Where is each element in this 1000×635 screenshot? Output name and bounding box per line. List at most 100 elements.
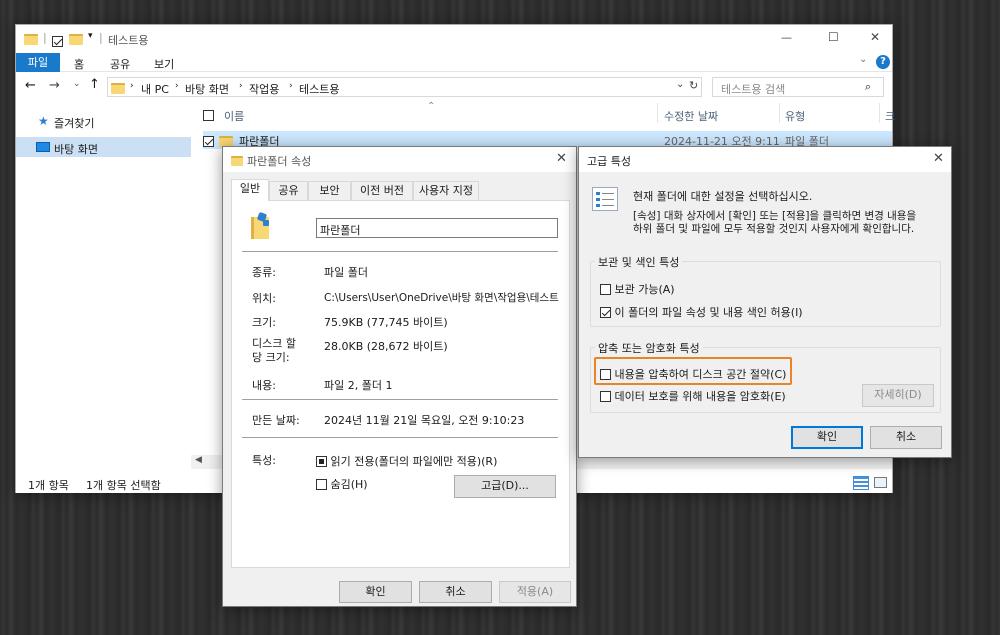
- scroll-left-icon[interactable]: ◀: [195, 455, 202, 465]
- ok-button[interactable]: 확인: [339, 581, 412, 603]
- breadcrumb-item[interactable]: 바탕 화면: [185, 81, 229, 97]
- column-divider[interactable]: [657, 103, 658, 123]
- new-folder-icon[interactable]: [69, 32, 83, 45]
- divider: [242, 251, 558, 252]
- desktop-icon: [36, 142, 50, 152]
- readonly-checkbox-row[interactable]: 읽기 전용(폴더의 파일에만 적용)(R): [316, 453, 497, 469]
- compress-encrypt-group-title: 압축 또는 암호화 특성: [595, 340, 703, 356]
- column-divider[interactable]: [779, 103, 780, 123]
- address-bar[interactable]: › 내 PC › 바탕 화면 › 작업용 › 테스트용 ⌄ ↻: [107, 77, 702, 97]
- details-button[interactable]: 자세히(D): [862, 384, 934, 407]
- nav-item-quick-access[interactable]: ★ 즐겨찾기: [38, 113, 188, 131]
- index-checkbox-row[interactable]: 이 폴더의 파일 속성 및 내용 색인 허용(I): [600, 304, 803, 320]
- tab-previous-versions[interactable]: 이전 버전: [351, 181, 413, 200]
- type-value: 파일 폴더: [324, 266, 368, 279]
- search-placeholder: 테스트용 검색: [721, 83, 786, 96]
- star-icon: ★: [38, 114, 49, 128]
- recent-dropdown-icon[interactable]: ⌄: [73, 79, 81, 89]
- hidden-checkbox-row[interactable]: 숨김(H): [316, 476, 368, 492]
- folder-large-icon: [249, 211, 271, 239]
- cancel-button[interactable]: 취소: [870, 426, 942, 449]
- apply-button[interactable]: 적용(A): [499, 581, 571, 603]
- refresh-icon[interactable]: ↻: [689, 79, 698, 92]
- breadcrumb-item[interactable]: 내 PC: [141, 81, 169, 97]
- encrypt-label: 데이터 보호를 위해 내용을 암호화(E): [614, 390, 786, 403]
- attributes-list-icon: [592, 187, 618, 211]
- select-all-checkbox[interactable]: [203, 109, 214, 121]
- compress-checkbox[interactable]: [600, 368, 611, 380]
- description-line-3: 하위 폴더 및 파일에 모두 적용할 것인지 사용자에게 확인합니다.: [633, 223, 915, 235]
- general-tab-panel: 파란폴더 종류: 파일 폴더 위치: C:\Users\User\OneDriv…: [231, 200, 570, 568]
- close-button[interactable]: ✕: [870, 30, 880, 44]
- size-on-disk-value: 28.0KB (28,672 바이트): [324, 340, 448, 353]
- minimize-button[interactable]: —: [781, 31, 792, 44]
- title-separator: |: [99, 31, 103, 44]
- size-on-disk-label: 디스크 할 당 크기:: [252, 337, 296, 364]
- readonly-checkbox[interactable]: [316, 455, 327, 467]
- column-type[interactable]: 유형: [785, 108, 805, 124]
- cancel-button[interactable]: 취소: [419, 581, 492, 603]
- ribbon-tabs: 파일 홈 공유 보기 ⌄ ?: [16, 53, 892, 72]
- large-icons-view-icon[interactable]: [874, 477, 887, 488]
- size-label: 크기:: [252, 316, 276, 329]
- index-checkbox[interactable]: [600, 306, 611, 318]
- search-input[interactable]: 테스트용 검색 ⌕: [712, 77, 884, 97]
- tab-home[interactable]: 홈: [74, 56, 84, 72]
- tab-general[interactable]: 일반: [231, 179, 269, 201]
- folder-icon: [24, 32, 38, 45]
- type-label: 종류:: [252, 266, 276, 279]
- search-icon[interactable]: ⌕: [865, 80, 871, 94]
- archive-checkbox[interactable]: [600, 283, 611, 295]
- breadcrumb-item[interactable]: 작업용: [249, 81, 279, 97]
- help-icon[interactable]: ?: [876, 55, 890, 69]
- tab-customize[interactable]: 사용자 지정: [413, 181, 479, 200]
- hidden-label: 숨김(H): [330, 478, 368, 491]
- tab-share[interactable]: 공유: [110, 56, 130, 72]
- close-button[interactable]: ✕: [556, 151, 567, 166]
- location-label: 위치:: [252, 292, 276, 305]
- address-chevron-icon: ›: [130, 81, 134, 91]
- column-divider[interactable]: [879, 103, 880, 123]
- index-label: 이 폴더의 파일 속성 및 내용 색인 허용(I): [614, 306, 803, 319]
- qat-dropdown-icon[interactable]: ▾: [88, 31, 93, 41]
- status-item-count: 1개 항목: [28, 479, 69, 492]
- row-checkbox[interactable]: [203, 135, 214, 147]
- address-folder-icon: [111, 81, 125, 94]
- archive-checkbox-row[interactable]: 보관 가능(A): [600, 281, 675, 297]
- location-value: C:\Users\User\OneDrive\바탕 화면\작업용\테스트: [324, 292, 559, 304]
- compress-checkbox-row[interactable]: 내용을 압축하여 디스크 공간 절약(C): [600, 366, 786, 382]
- details-view-icon[interactable]: [853, 476, 869, 490]
- nav-item-label: 즐겨찾기: [54, 117, 95, 130]
- advanced-button[interactable]: 고급(D)...: [454, 475, 556, 498]
- attributes-label: 특성:: [252, 454, 276, 467]
- tab-view[interactable]: 보기: [154, 56, 174, 72]
- close-button[interactable]: ✕: [933, 151, 944, 166]
- address-chevron-icon: ›: [289, 81, 293, 91]
- explorer-titlebar: | ▾ | 테스트용 — ☐ ✕: [16, 25, 892, 53]
- ribbon-expand-icon[interactable]: ⌄: [859, 54, 867, 65]
- breadcrumb-item[interactable]: 테스트용: [299, 81, 339, 97]
- folder-name-input[interactable]: 파란폴더: [316, 218, 558, 238]
- back-icon[interactable]: ←: [25, 78, 36, 93]
- properties-dialog: 파란폴더 속성 ✕ 일반 공유 보안 이전 버전 사용자 지정 파란폴더 종류:…: [222, 146, 577, 607]
- ok-button[interactable]: 확인: [791, 426, 863, 449]
- forward-icon[interactable]: →: [49, 78, 60, 93]
- column-size[interactable]: 크: [885, 108, 895, 124]
- readonly-label: 읽기 전용(폴더의 파일에만 적용)(R): [330, 455, 498, 468]
- encrypt-checkbox-row[interactable]: 데이터 보호를 위해 내용을 암호화(E): [600, 388, 786, 404]
- column-modified[interactable]: 수정한 날짜: [664, 108, 718, 124]
- address-dropdown-icon[interactable]: ⌄: [676, 79, 684, 90]
- column-name[interactable]: 이름: [224, 108, 244, 124]
- nav-item-desktop[interactable]: 바탕 화면: [16, 137, 191, 157]
- hidden-checkbox[interactable]: [316, 478, 327, 490]
- encrypt-checkbox[interactable]: [600, 390, 611, 402]
- archive-label: 보관 가능(A): [614, 283, 675, 296]
- up-icon[interactable]: ↑: [89, 77, 100, 92]
- maximize-button[interactable]: ☐: [828, 30, 839, 44]
- column-header-row: 이름 ⌃ 수정한 날짜 유형 크: [191, 101, 895, 124]
- tab-sharing[interactable]: 공유: [269, 181, 308, 200]
- tab-file[interactable]: 파일: [16, 53, 60, 72]
- size-value: 75.9KB (77,745 바이트): [324, 316, 448, 329]
- properties-icon[interactable]: [52, 35, 63, 47]
- tab-security[interactable]: 보안: [308, 181, 351, 200]
